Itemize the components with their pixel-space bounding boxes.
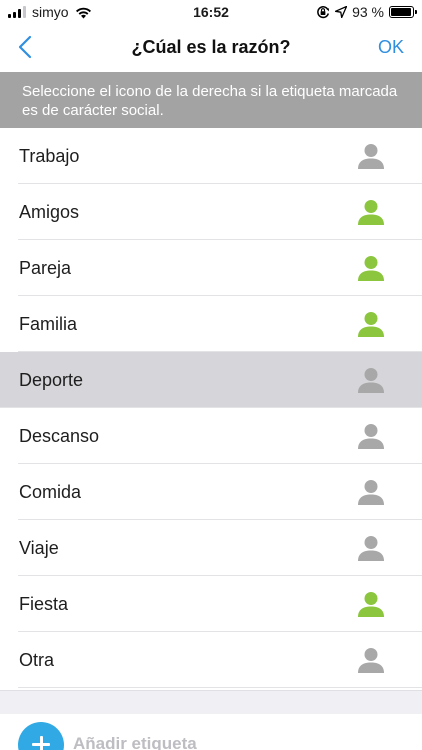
- social-toggle-person-icon[interactable]: [356, 310, 386, 340]
- tag-list: Trabajo Amigos Pareja Familia Deporte Descans…: [0, 128, 422, 688]
- battery-icon: [389, 6, 417, 18]
- tag-row-familia[interactable]: Familia: [0, 296, 422, 352]
- tag-label: Viaje: [19, 537, 59, 558]
- section-separator: [0, 690, 422, 714]
- social-toggle-person-icon[interactable]: [356, 590, 386, 620]
- social-toggle-person-icon[interactable]: [356, 254, 386, 284]
- add-tag-row[interactable]: Añadir etiqueta: [0, 714, 422, 750]
- tag-label: Deporte: [19, 369, 84, 390]
- info-banner: Seleccione el icono de la derecha si la …: [0, 72, 422, 128]
- tag-row-pareja[interactable]: Pareja: [0, 240, 422, 296]
- tag-label: Pareja: [19, 257, 72, 278]
- orientation-lock-icon: [317, 6, 330, 19]
- plus-icon[interactable]: [18, 722, 64, 750]
- tag-row-deporte[interactable]: Deporte: [0, 352, 422, 408]
- social-toggle-person-icon[interactable]: [356, 534, 386, 564]
- ok-button[interactable]: OK: [378, 37, 404, 58]
- tag-label: Trabajo: [19, 145, 80, 166]
- tag-row-comida[interactable]: Comida: [0, 464, 422, 520]
- status-bar: simyo 16:52 93 %: [0, 0, 422, 24]
- tag-label: Familia: [19, 313, 78, 334]
- social-toggle-person-icon[interactable]: [356, 366, 386, 396]
- social-toggle-person-icon[interactable]: [356, 198, 386, 228]
- navigation-bar: ¿Cúal es la razón? OK: [0, 24, 422, 70]
- location-arrow-icon: [335, 6, 348, 18]
- battery-percent: 93 %: [352, 4, 384, 20]
- tag-label: Comida: [19, 481, 82, 502]
- add-tag-label: Añadir etiqueta: [73, 734, 197, 750]
- tag-row-fiesta[interactable]: Fiesta: [0, 576, 422, 632]
- social-toggle-person-icon[interactable]: [356, 478, 386, 508]
- tag-label: Descanso: [19, 425, 100, 446]
- tag-row-amigos[interactable]: Amigos: [0, 184, 422, 240]
- social-toggle-person-icon[interactable]: [356, 422, 386, 452]
- tag-row-viaje[interactable]: Viaje: [0, 520, 422, 576]
- battery-fill: [391, 8, 411, 16]
- page-title: ¿Cúal es la razón?: [131, 37, 291, 57]
- social-toggle-person-icon[interactable]: [356, 142, 386, 172]
- tag-label: Otra: [19, 649, 55, 670]
- status-right: 93 %: [316, 4, 417, 20]
- social-toggle-person-icon[interactable]: [356, 646, 386, 676]
- tag-row-descanso[interactable]: Descanso: [0, 408, 422, 464]
- tag-label: Amigos: [19, 201, 80, 222]
- tag-row-otra[interactable]: Otra: [0, 632, 422, 688]
- tag-label: Fiesta: [19, 593, 69, 614]
- tag-row-trabajo[interactable]: Trabajo: [0, 128, 422, 184]
